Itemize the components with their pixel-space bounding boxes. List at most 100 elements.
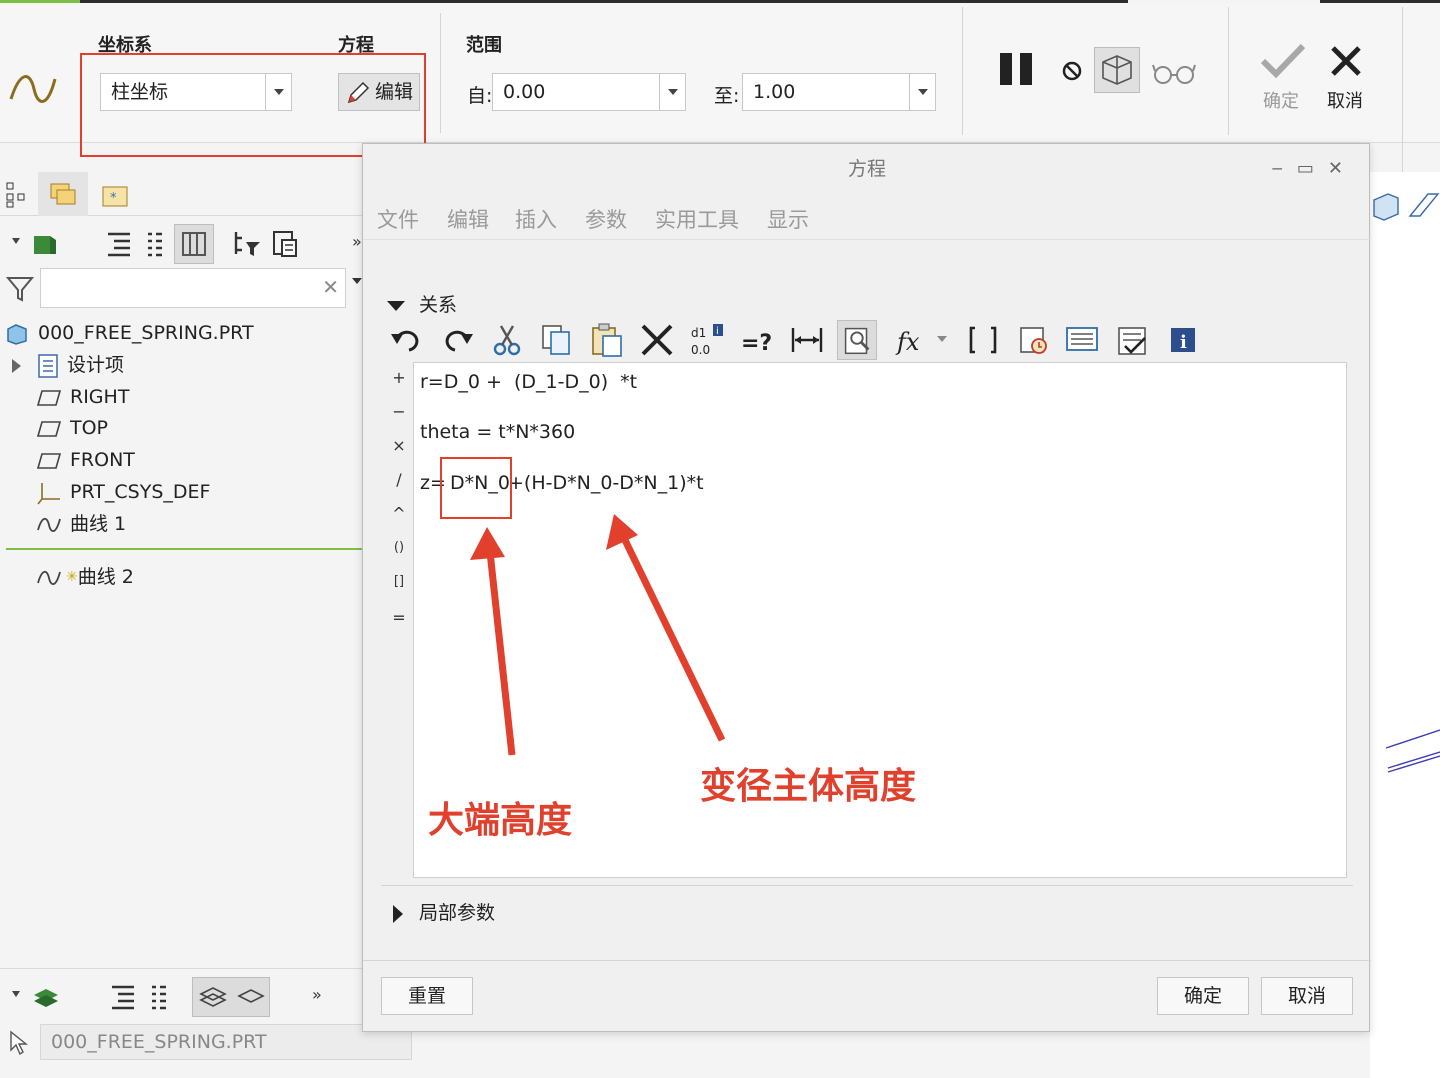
tree-item-front[interactable]: FRONT [36, 445, 135, 475]
show-menu-icon[interactable] [10, 232, 60, 258]
window-controls: ‒▭✕ [1271, 158, 1357, 179]
op-parentheses[interactable]: () [389, 540, 409, 555]
new-feature-star-icon: ✳ [66, 569, 78, 585]
delete-icon[interactable] [637, 320, 677, 360]
function-dropdown-icon[interactable] [937, 336, 947, 342]
layer-menu-icon[interactable] [10, 985, 60, 1011]
expand-layers-icon[interactable] [110, 983, 136, 1011]
info-icon[interactable]: i [1163, 320, 1203, 360]
chevron-down-icon[interactable] [909, 74, 935, 110]
svg-text:=?: =? [741, 331, 772, 356]
menu-edit[interactable]: 编辑 [447, 204, 489, 234]
undo-icon[interactable] [387, 320, 427, 360]
search-options-chevron-icon[interactable] [352, 278, 362, 284]
favorites-icon[interactable]: * [102, 184, 128, 208]
cancel-button[interactable]: 取消 [1261, 977, 1353, 1015]
close-icon[interactable]: ✕ [1328, 158, 1357, 179]
menu-file[interactable]: 文件 [377, 204, 419, 234]
glasses-icon[interactable] [1152, 59, 1196, 87]
tree-item-right[interactable]: RIGHT [36, 382, 129, 412]
tree-item-curve-1[interactable]: 曲线 1 [36, 509, 126, 539]
tree-settings-icon[interactable] [272, 230, 298, 258]
svg-text:d1: d1 [691, 326, 706, 340]
evaluate-expression-icon[interactable]: =? [737, 320, 777, 360]
show-dimension-icon[interactable] [787, 320, 827, 360]
range-label: 范围 [466, 35, 502, 56]
annotation-body-height: 变径主体高度 [700, 766, 917, 807]
to-label: 至: [714, 85, 740, 107]
relations-section-toggle[interactable]: 关系 [387, 290, 457, 317]
cut-icon[interactable] [487, 320, 527, 360]
to-input[interactable]: 1.00 [742, 73, 936, 111]
sort-relations-icon[interactable]: d1 0.0 i [687, 320, 727, 360]
tree-root-label: 000_FREE_SPRING.PRT [38, 322, 254, 344]
brackets-icon[interactable] [963, 320, 1003, 360]
function-icon[interactable]: fx [893, 320, 933, 360]
redo-icon[interactable] [437, 320, 477, 360]
reset-button[interactable]: 重置 [381, 977, 473, 1015]
op-multiply[interactable]: × [389, 436, 409, 455]
pause-icon[interactable] [998, 51, 1036, 87]
tree-item-curve-2[interactable]: ✳曲线 2 [36, 562, 134, 592]
unit-sensitivity-icon[interactable] [1013, 320, 1053, 360]
relation-line-r: r=D_0 + (D_1-D_0) *t [420, 371, 638, 393]
op-equals[interactable]: = [389, 608, 409, 627]
view-orientation-icon[interactable] [1370, 190, 1440, 224]
copy-icon[interactable] [537, 320, 577, 360]
tree-item-design-items[interactable]: 设计项 [12, 350, 124, 380]
divider [440, 13, 441, 133]
collapse-tree-icon[interactable] [146, 230, 164, 258]
tree-item-csys[interactable]: PRT_CSYS_DEF [36, 477, 210, 507]
menu-utilities[interactable]: 实用工具 [655, 204, 739, 234]
folder-tab[interactable] [38, 172, 88, 216]
check-list-icon[interactable] [1113, 320, 1153, 360]
more-chevron-icon[interactable]: » [352, 232, 362, 251]
local-params-icon[interactable] [1063, 320, 1103, 360]
expand-arrow-icon[interactable] [12, 358, 21, 373]
op-power[interactable]: ^ [389, 504, 409, 523]
cancel-label[interactable]: 取消 [1327, 87, 1363, 113]
confirm-label[interactable]: 确定 [1263, 87, 1299, 113]
verify-relations-button[interactable] [837, 320, 877, 360]
ok-button[interactable]: 确定 [1157, 977, 1249, 1015]
tree-item-label: RIGHT [70, 386, 130, 408]
relations-editor[interactable]: r=D_0 + (D_1-D_0) *t theta = t*N*360 z= … [413, 362, 1347, 878]
local-params-section-toggle[interactable]: 局部参数 [393, 898, 495, 925]
tree-toolbar: » [0, 224, 362, 264]
close-x-icon[interactable] [1330, 45, 1362, 77]
menu-parameters[interactable]: 参数 [585, 204, 627, 234]
more-chevron-icon[interactable]: » [312, 985, 322, 1004]
preview-geometry-button[interactable] [1094, 47, 1140, 93]
filter-funnel-icon [6, 277, 34, 302]
menu-display[interactable]: 显示 [767, 204, 809, 234]
model-tree-tab-icon[interactable] [6, 182, 28, 208]
curve-feature-icon [9, 75, 57, 103]
graphics-area[interactable] [1370, 172, 1440, 1078]
equation-dialog: 方程 ‒▭✕ 文件 编辑 插入 参数 实用工具 显示 关系 d1 0.0 i =? … [362, 143, 1371, 1032]
op-divide[interactable]: / [389, 470, 409, 489]
checkmark-icon[interactable] [1260, 43, 1306, 79]
no-preview-icon[interactable] [1060, 59, 1084, 83]
maximize-icon[interactable]: ▭ [1297, 158, 1328, 179]
from-input[interactable]: 0.00 [492, 73, 686, 111]
chevron-down-icon[interactable] [659, 74, 685, 110]
tree-filter-icon[interactable] [232, 230, 262, 258]
expand-tree-icon[interactable] [106, 230, 132, 258]
model-tree-panel: * » ✕ 000_FREE_SPRING.PRT 设计项 RIGHT TOP … [0, 172, 412, 1078]
clear-icon[interactable]: ✕ [322, 275, 339, 299]
minimize-icon[interactable]: ‒ [1271, 158, 1296, 179]
tree-root-part[interactable]: 000_FREE_SPRING.PRT [6, 318, 254, 348]
tree-search-input[interactable]: ✕ [40, 268, 346, 308]
op-brackets[interactable]: [] [389, 574, 409, 589]
columns-button[interactable] [174, 224, 214, 264]
layer-icon [199, 987, 265, 1007]
wireframe-preview-icon [1102, 55, 1132, 85]
active-model-select[interactable]: 000_FREE_SPRING.PRT [40, 1024, 412, 1060]
paste-icon[interactable] [587, 320, 627, 360]
tree-item-top[interactable]: TOP [36, 413, 108, 443]
menu-insert[interactable]: 插入 [515, 204, 557, 234]
op-plus[interactable]: + [389, 368, 409, 387]
collapse-layers-icon[interactable] [150, 983, 168, 1011]
layer-view-toggle[interactable] [192, 977, 270, 1017]
op-minus[interactable]: − [389, 402, 409, 421]
